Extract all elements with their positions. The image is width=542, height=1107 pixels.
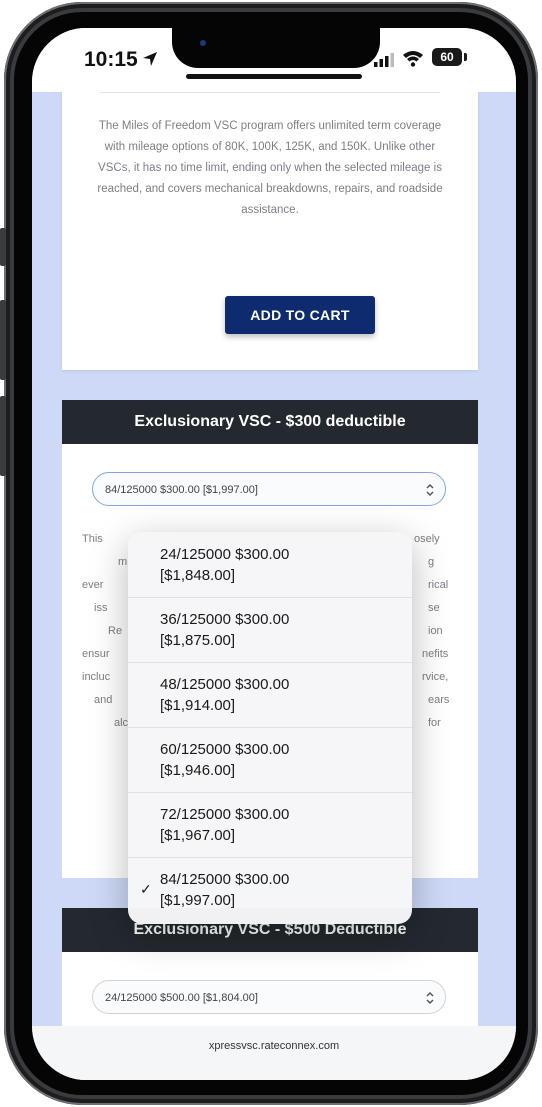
location-arrow-icon	[143, 52, 157, 66]
home-indicator[interactable]	[186, 74, 362, 79]
battery-level: 60	[440, 50, 454, 64]
description-fragment: osely	[414, 533, 440, 545]
description-fragment: alc	[114, 717, 129, 729]
description-fragment: ever	[82, 579, 104, 591]
description-fragment: ion	[428, 625, 443, 637]
dynamic-notch	[172, 28, 380, 68]
screen: The Miles of Freedom VSC program offers …	[32, 28, 516, 1080]
description-fragment: iss	[94, 602, 108, 614]
option-price: [$1,946.00]	[160, 762, 236, 779]
option-term: 36/125000 $300.00	[160, 611, 290, 628]
term-dropdown-menu: 24/125000 $300.00 [$1,848.00] 36/125000 …	[128, 532, 412, 924]
battery-tip	[464, 53, 467, 61]
description-fragment: Re	[108, 625, 123, 637]
option-term: 60/125000 $300.00	[160, 741, 290, 758]
option-term: 84/125000 $300.00	[160, 871, 290, 888]
description-fragment: for	[428, 717, 441, 729]
term-select-value: 24/125000 $500.00 [$1,804.00]	[105, 992, 258, 1004]
term-select[interactable]: 84/125000 $300.00 [$1,997.00]	[92, 472, 446, 506]
chevron-updown-icon	[426, 991, 434, 1005]
dropdown-option[interactable]: 48/125000 $300.00 [$1,914.00]	[128, 662, 412, 728]
page-content: The Miles of Freedom VSC program offers …	[32, 28, 516, 1080]
term-select-value: 84/125000 $300.00 [$1,997.00]	[105, 484, 258, 496]
divider	[100, 92, 440, 93]
cellular-signal-icon	[374, 53, 394, 67]
clock: 10:15	[84, 48, 138, 71]
dropdown-option[interactable]: 72/125000 $300.00 [$1,967.00]	[128, 792, 412, 858]
battery-icon: 60	[432, 48, 462, 66]
chevron-updown-icon	[426, 483, 434, 497]
description-fragment: incluc	[82, 671, 111, 683]
product-description: The Miles of Freedom VSC program offers …	[97, 120, 443, 216]
volume-up-button	[0, 300, 6, 380]
description-fragment: and	[94, 694, 113, 706]
option-price: [$1,875.00]	[160, 632, 236, 649]
dropdown-option[interactable]: 24/125000 $300.00 [$1,848.00]	[128, 532, 412, 598]
option-price: [$1,914.00]	[160, 697, 236, 714]
browser-address-bar[interactable]: xpressvsc.rateconnex.com	[32, 1026, 516, 1080]
option-term: 48/125000 $300.00	[160, 676, 290, 693]
option-term: 24/125000 $300.00	[160, 546, 290, 563]
description-fragment: m	[118, 556, 128, 568]
description-fragment: rvice,	[422, 671, 449, 683]
dropdown-option[interactable]: 60/125000 $300.00 [$1,946.00]	[128, 727, 412, 793]
option-price: [$1,997.00]	[160, 892, 236, 909]
add-to-cart-button[interactable]: ADD TO CART	[225, 296, 375, 334]
option-price: [$1,967.00]	[160, 827, 236, 844]
card-title: Exclusionary VSC - $300 deductible	[62, 400, 478, 444]
description-fragment: se	[428, 602, 440, 614]
description-fragment: rical	[428, 579, 449, 591]
volume-down-button	[0, 396, 6, 476]
description-fragment: nefits	[422, 648, 449, 660]
option-term: 72/125000 $300.00	[160, 806, 290, 823]
wifi-icon	[403, 51, 423, 67]
description-fragment: g	[428, 556, 435, 568]
camera-icon	[200, 40, 206, 46]
description-fragment: ears	[428, 694, 450, 706]
dropdown-option[interactable]: 36/125000 $300.00 [$1,875.00]	[128, 597, 412, 663]
option-price: [$1,848.00]	[160, 567, 236, 584]
url-text: xpressvsc.rateconnex.com	[208, 1040, 340, 1052]
description-fragment: This	[82, 533, 103, 545]
term-select[interactable]: 24/125000 $500.00 [$1,804.00]	[92, 980, 446, 1014]
checkmark-icon: ✓	[140, 881, 152, 897]
dropdown-option-selected[interactable]: ✓ 84/125000 $300.00 [$1,997.00]	[128, 857, 412, 922]
description-fragment: ensur	[82, 648, 110, 660]
mute-switch	[0, 228, 6, 266]
